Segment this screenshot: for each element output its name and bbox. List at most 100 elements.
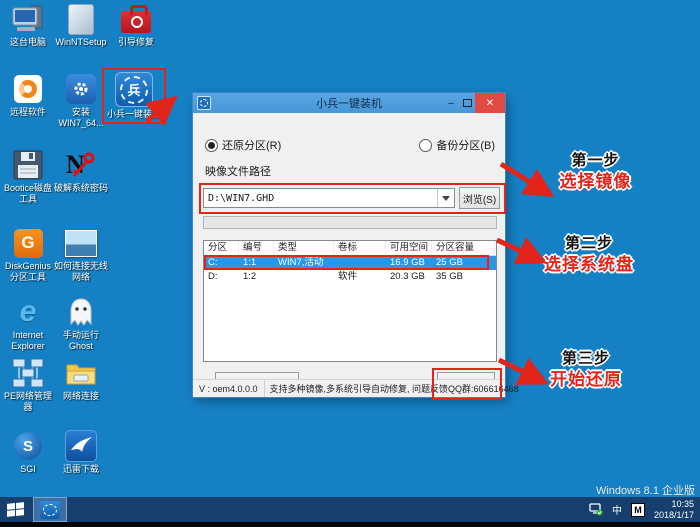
desktop-icon-network-connection[interactable]: 网络连接 xyxy=(54,357,108,402)
step1-title: 第一步 xyxy=(571,152,620,169)
network-tray-icon[interactable] xyxy=(589,503,603,516)
step2-action: 选择系统盘 xyxy=(544,254,634,274)
close-button[interactable]: ✕ xyxy=(475,93,505,113)
desktop-icon-winntsetup[interactable]: WinNTSetup xyxy=(54,3,108,48)
restore-partition-radio[interactable]: 还原分区(R) xyxy=(205,137,281,153)
cell-partition: C: xyxy=(208,257,218,268)
desktop-icon-diskgenius[interactable]: G DiskGenius 分区工具 xyxy=(1,227,55,283)
cell-type xyxy=(274,270,334,284)
window-titlebar[interactable]: 小兵一键装机 – ✕ xyxy=(193,93,505,113)
table-header-row: 分区 编号 类型 卷标 可用空间 分区容量 xyxy=(204,241,496,256)
minimize-button[interactable]: – xyxy=(443,93,459,113)
windows-logo-icon xyxy=(6,502,24,517)
desktop-icon-label: 这台电脑 xyxy=(9,37,46,47)
desktop-icon-boot-repair[interactable]: 引导修复 xyxy=(109,3,163,48)
annotation-step1: 第一步 选择镜像 xyxy=(538,152,653,192)
step2-title: 第二步 xyxy=(564,235,613,252)
column-header[interactable]: 编号 xyxy=(239,241,274,255)
installer-box-icon xyxy=(64,3,98,35)
column-header[interactable]: 分区容量 xyxy=(432,241,495,255)
folder-icon xyxy=(64,357,98,389)
desktop-icon-label: 小兵一键装机 xyxy=(106,109,161,119)
step3-action: 开始还原 xyxy=(550,369,622,389)
desktop-icon-install-win7[interactable]: 安装 WIN7_64... xyxy=(54,73,108,129)
desktop-icon-label: 引导修复 xyxy=(117,37,154,47)
taskbar-clock[interactable]: 10:35 2018/1/17 xyxy=(654,499,694,521)
maximize-button[interactable] xyxy=(459,93,475,113)
xiaobing-logo-icon: 兵 xyxy=(115,72,153,107)
remote-swirl-icon xyxy=(11,73,45,105)
column-header[interactable]: 可用空间 xyxy=(386,241,432,255)
maximize-icon xyxy=(462,99,472,107)
desktop-icon-pe-network-manager[interactable]: PE网络管理器 xyxy=(1,357,55,413)
partition-table: 分区 编号 类型 卷标 可用空间 分区容量 C: 1:1 WIN7,活动 16.… xyxy=(203,240,497,362)
ghost-icon xyxy=(64,296,98,328)
backup-partition-radio[interactable]: 备份分区(B) xyxy=(419,137,495,153)
cell-free-space: 20.3 GB xyxy=(390,271,425,282)
highlight-box-step3 xyxy=(432,368,502,400)
backup-partition-label: 备份分区(B) xyxy=(436,140,495,152)
photo-thumbnail-icon xyxy=(64,227,98,259)
cell-label xyxy=(334,256,386,270)
desktop-icon-crack-password[interactable]: N 破解系统密码 xyxy=(54,149,108,194)
desktop-icon-ghost-manual[interactable]: 手动运行 Ghost xyxy=(54,296,108,352)
table-row-d-drive[interactable]: D: 1:2 软件 20.3 GB 35 GB xyxy=(204,270,496,284)
diskgenius-g-icon: G xyxy=(11,227,45,259)
cell-number: 1:2 xyxy=(243,271,257,282)
version-text: V : oem4.0.0.0 xyxy=(193,380,265,397)
desktop-icon-label: Internet Explorer xyxy=(11,330,45,351)
desktop-icon-label: DiskGenius 分区工具 xyxy=(4,261,51,282)
screen-bottom-strip xyxy=(0,522,700,527)
windows-watermark: Windows 8.1 企业版 xyxy=(595,485,695,497)
desktop-icon-label: 安装 WIN7_64... xyxy=(58,107,104,128)
annotation-step2: 第二步 选择系统盘 xyxy=(526,235,652,275)
desktop-icon-this-pc[interactable]: 这台电脑 xyxy=(1,3,55,48)
start-button[interactable] xyxy=(0,497,30,522)
thunder-bird-icon xyxy=(64,430,98,462)
floppy-disk-icon xyxy=(11,149,45,181)
clock-time: 10:35 xyxy=(671,498,694,509)
network-nodes-icon xyxy=(11,357,45,389)
taskbar-app-xiaobing[interactable] xyxy=(33,497,67,522)
desktop-icon-sgi[interactable]: S SGI xyxy=(1,430,55,475)
desktop-icon-label: Bootice磁盘 工具 xyxy=(3,183,53,204)
highlight-box-step1 xyxy=(199,183,506,214)
radio-selected-icon xyxy=(205,138,218,152)
cell-free-space: 16.9 GB xyxy=(390,257,425,268)
column-header[interactable]: 卷标 xyxy=(334,241,386,255)
taskbar: 中 M 10:35 2018/1/17 xyxy=(0,497,700,522)
desktop-icon-wireless-help[interactable]: 如何连接无线 网络 xyxy=(54,227,108,283)
language-indicator[interactable]: M xyxy=(630,502,645,517)
step1-action: 选择镜像 xyxy=(559,171,632,191)
cell-type: WIN7,活动 xyxy=(278,257,324,268)
column-header[interactable]: 分区 xyxy=(204,241,239,255)
desktop-icon-xiaobing-installer[interactable]: 兵 小兵一键装机 xyxy=(105,72,163,120)
desktop-icon-label: 如何连接无线 网络 xyxy=(54,261,109,282)
desktop-icon-bootice[interactable]: Bootice磁盘 工具 xyxy=(1,149,55,205)
radio-unselected-icon xyxy=(419,138,433,152)
clock-date: 2018/1/17 xyxy=(653,509,694,520)
desktop-icon-label: PE网络管理器 xyxy=(3,391,52,412)
desktop-icon-thunder-download[interactable]: 迅雷下载 xyxy=(54,430,108,475)
desktop-icon-internet-explorer[interactable]: e Internet Explorer xyxy=(1,296,55,352)
column-header[interactable]: 类型 xyxy=(274,241,334,255)
cell-number: 1:1 xyxy=(243,257,257,268)
image-path-label: 映像文件路径 xyxy=(205,166,271,178)
cell-partition: D: xyxy=(208,271,218,282)
annotation-step3: 第三步 开始还原 xyxy=(526,350,646,390)
progress-bar xyxy=(203,216,497,229)
cell-label: 软件 xyxy=(338,271,358,282)
cell-capacity: 25 GB xyxy=(436,257,463,268)
desktop-icon-label: SGI xyxy=(20,464,36,474)
desktop-icon-label: 网络连接 xyxy=(62,391,99,401)
ime-indicator[interactable]: 中 xyxy=(612,502,622,517)
desktop-icon-label: WinNTSetup xyxy=(55,37,107,47)
restore-partition-label: 还原分区(R) xyxy=(222,140,282,152)
desktop-icon-label: 手动运行 Ghost xyxy=(62,330,99,351)
table-row-c-drive[interactable]: C: 1:1 WIN7,活动 16.9 GB 25 GB xyxy=(204,256,496,270)
desktop-icon-remote-software[interactable]: 远程软件 xyxy=(1,73,55,118)
cell-capacity: 35 GB xyxy=(436,271,463,282)
desktop-icon-label: 破解系统密码 xyxy=(54,183,109,193)
toolbox-icon xyxy=(119,3,153,35)
desktop-icon-label: 远程软件 xyxy=(9,107,46,117)
